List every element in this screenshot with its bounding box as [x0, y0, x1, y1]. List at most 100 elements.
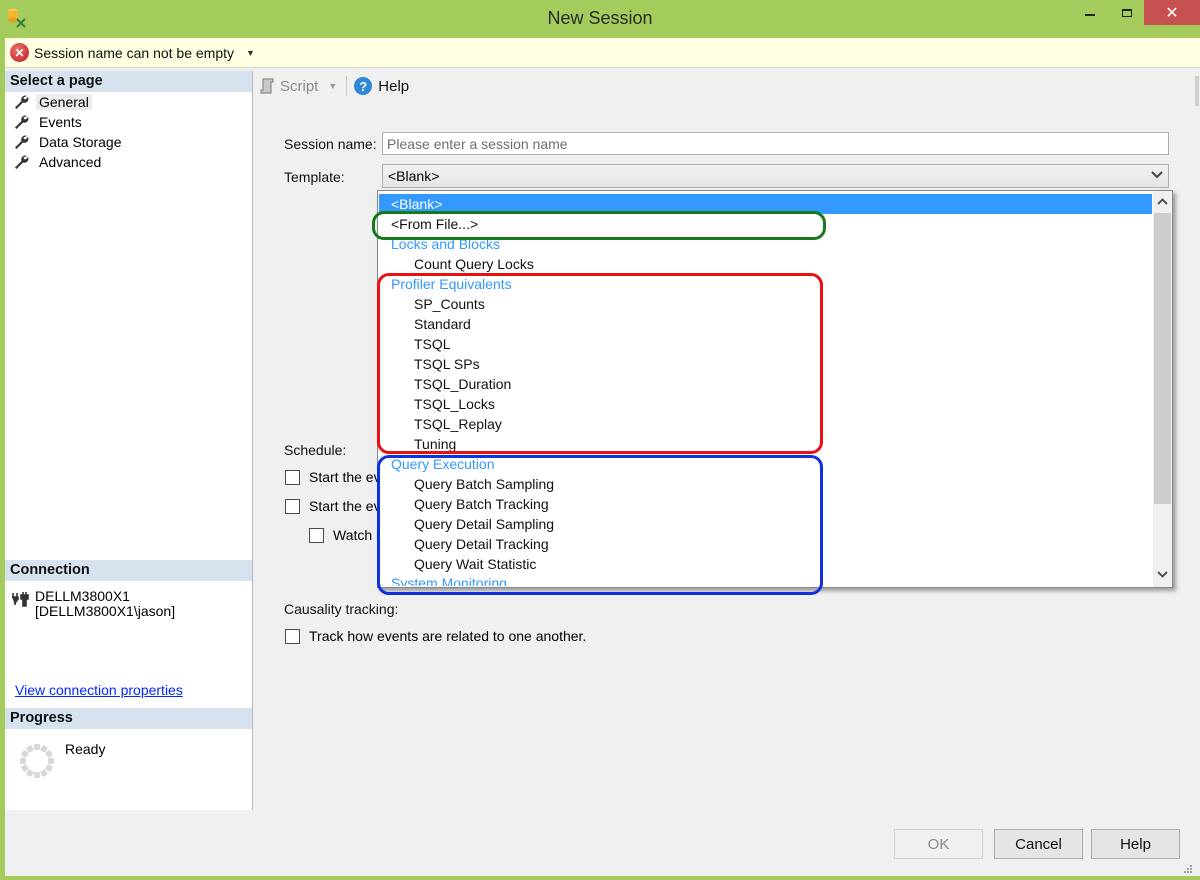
sidebar-item-general[interactable]: General [5, 92, 252, 112]
wrench-icon [15, 95, 29, 109]
template-group-header: System Monitoring [391, 575, 507, 586]
template-option[interactable]: TSQL_Locks [379, 394, 1152, 414]
connection-header: Connection [5, 560, 252, 581]
schedule-checkbox-1[interactable] [285, 469, 300, 485]
error-bar[interactable]: ✕ Session name can not be empty ▼ [5, 38, 1200, 68]
sidebar-item-label: General [36, 94, 92, 110]
spinner-segment [45, 750, 53, 758]
template-option[interactable]: Query Detail Tracking [379, 534, 1152, 554]
connection-plug-icon [12, 592, 29, 607]
session-name-label: Session name: [284, 136, 377, 152]
help-footer-button[interactable]: Help [1091, 829, 1180, 859]
template-option[interactable]: Count Query Locks [379, 254, 1152, 274]
sidebar: Select a page General Events Data Storage A… [5, 71, 253, 810]
template-option[interactable]: Query Wait Statistic [379, 554, 1152, 574]
spinner-segment [40, 745, 48, 753]
dropdown-scrollbar[interactable] [1153, 191, 1172, 587]
template-group-header: Locks and Blocks [391, 236, 500, 252]
help-icon: ? [354, 77, 373, 95]
causality-checkbox[interactable] [285, 628, 300, 644]
spinner-segment [20, 758, 26, 764]
maximize-icon [1122, 8, 1132, 17]
scroll-up-icon[interactable] [1156, 195, 1169, 208]
template-option[interactable]: <Blank> [379, 194, 1152, 214]
script-icon [260, 78, 274, 94]
template-option[interactable]: TSQL_Replay [379, 414, 1152, 434]
template-selected-value: <Blank> [388, 168, 440, 184]
template-options: <Blank> <From File...> Locks and Blocks Cou… [379, 194, 1152, 586]
progress-header: Progress [5, 708, 252, 729]
schedule-option-1[interactable]: Start the eve [285, 469, 388, 485]
progress-spinner-icon [20, 744, 54, 778]
spinner-segment [34, 744, 40, 750]
spinner-segment [45, 764, 53, 772]
ok-button[interactable]: OK [894, 829, 983, 859]
schedule-label: Schedule: [284, 442, 347, 458]
spinner-segment [26, 769, 34, 777]
resize-grip-icon[interactable] [1183, 864, 1193, 874]
title-bar[interactable]: New Session ✕ [0, 0, 1200, 38]
sidebar-item-events[interactable]: Events [5, 112, 252, 132]
toolbar: Script ▼ ? Help [254, 71, 1194, 101]
cancel-button[interactable]: Cancel [994, 829, 1083, 859]
sidebar-item-data-storage[interactable]: Data Storage [5, 132, 252, 152]
template-option[interactable]: TSQL [379, 334, 1152, 354]
template-select[interactable]: <Blank> [382, 164, 1169, 188]
wrench-icon [15, 115, 29, 129]
chevron-down-icon [1151, 171, 1163, 179]
sidebar-item-label: Advanced [39, 154, 102, 170]
schedule-option-2[interactable]: Start the eve [285, 498, 388, 514]
template-option[interactable]: Tuning [379, 434, 1152, 454]
select-page-header: Select a page [5, 71, 252, 92]
template-option[interactable]: Query Batch Tracking [379, 494, 1152, 514]
wrench-icon [15, 155, 29, 169]
session-name-input[interactable] [382, 132, 1169, 155]
connection-user: [DELLM3800X1\jason] [35, 603, 176, 619]
causality-option-label: Track how events are related to one anot… [309, 628, 587, 644]
progress-status: Ready [65, 741, 106, 757]
template-option[interactable]: Query Detail Sampling [379, 514, 1152, 534]
close-icon: ✕ [1165, 4, 1179, 22]
script-button[interactable]: Script [280, 78, 318, 95]
script-dropdown-caret[interactable]: ▼ [328, 81, 337, 91]
connection-server: DELLM3800X1 [35, 588, 130, 604]
template-option[interactable]: SP_Counts [379, 294, 1152, 314]
spinner-segment [48, 758, 54, 764]
schedule-checkbox-3[interactable] [309, 527, 324, 543]
template-option[interactable]: <From File...> [379, 214, 1152, 234]
sidebar-item-label: Events [39, 114, 82, 130]
schedule-option-3-label: Watch li [333, 527, 383, 543]
template-dropdown-list[interactable]: <Blank> <From File...> Locks and Blocks Cou… [377, 190, 1173, 588]
dropdown-scroll-thumb[interactable] [1154, 213, 1171, 504]
template-option[interactable]: Standard [379, 314, 1152, 334]
wrench-icon [15, 135, 29, 149]
page-list: General Events Data Storage Advanced [5, 92, 252, 172]
spinner-segment [34, 772, 40, 778]
error-icon: ✕ [10, 43, 29, 62]
schedule-checkbox-2[interactable] [285, 498, 300, 514]
template-option[interactable]: TSQL SPs [379, 354, 1152, 374]
help-button[interactable]: Help [378, 78, 409, 95]
error-message: Session name can not be empty [34, 44, 235, 61]
template-group-header: Profiler Equivalents [391, 276, 512, 292]
template-label: Template: [284, 169, 345, 185]
error-dropdown-caret[interactable]: ▼ [246, 48, 255, 58]
minimize-icon [1085, 13, 1095, 16]
toolbar-separator [346, 76, 348, 96]
template-group-header: Query Execution [391, 456, 495, 472]
sidebar-item-advanced[interactable]: Advanced [5, 152, 252, 172]
spinner-segment [21, 764, 29, 772]
causality-tracking-label: Causality tracking: [284, 601, 399, 617]
main-panel-scrollbar[interactable] [1194, 71, 1200, 810]
template-option[interactable]: Query Batch Sampling [379, 474, 1152, 494]
main-panel-scroll-thumb[interactable] [1195, 76, 1199, 106]
causality-option[interactable]: Track how events are related to one anot… [285, 628, 586, 644]
schedule-option-3[interactable]: Watch li [309, 527, 382, 543]
view-connection-properties-link[interactable]: View connection properties [15, 682, 183, 698]
scroll-down-icon[interactable] [1156, 568, 1169, 581]
close-button[interactable]: ✕ [1144, 0, 1200, 25]
spinner-segment [40, 769, 48, 777]
sidebar-item-label: Data Storage [39, 134, 122, 150]
spinner-segment [26, 745, 34, 753]
template-option[interactable]: TSQL_Duration [379, 374, 1152, 394]
